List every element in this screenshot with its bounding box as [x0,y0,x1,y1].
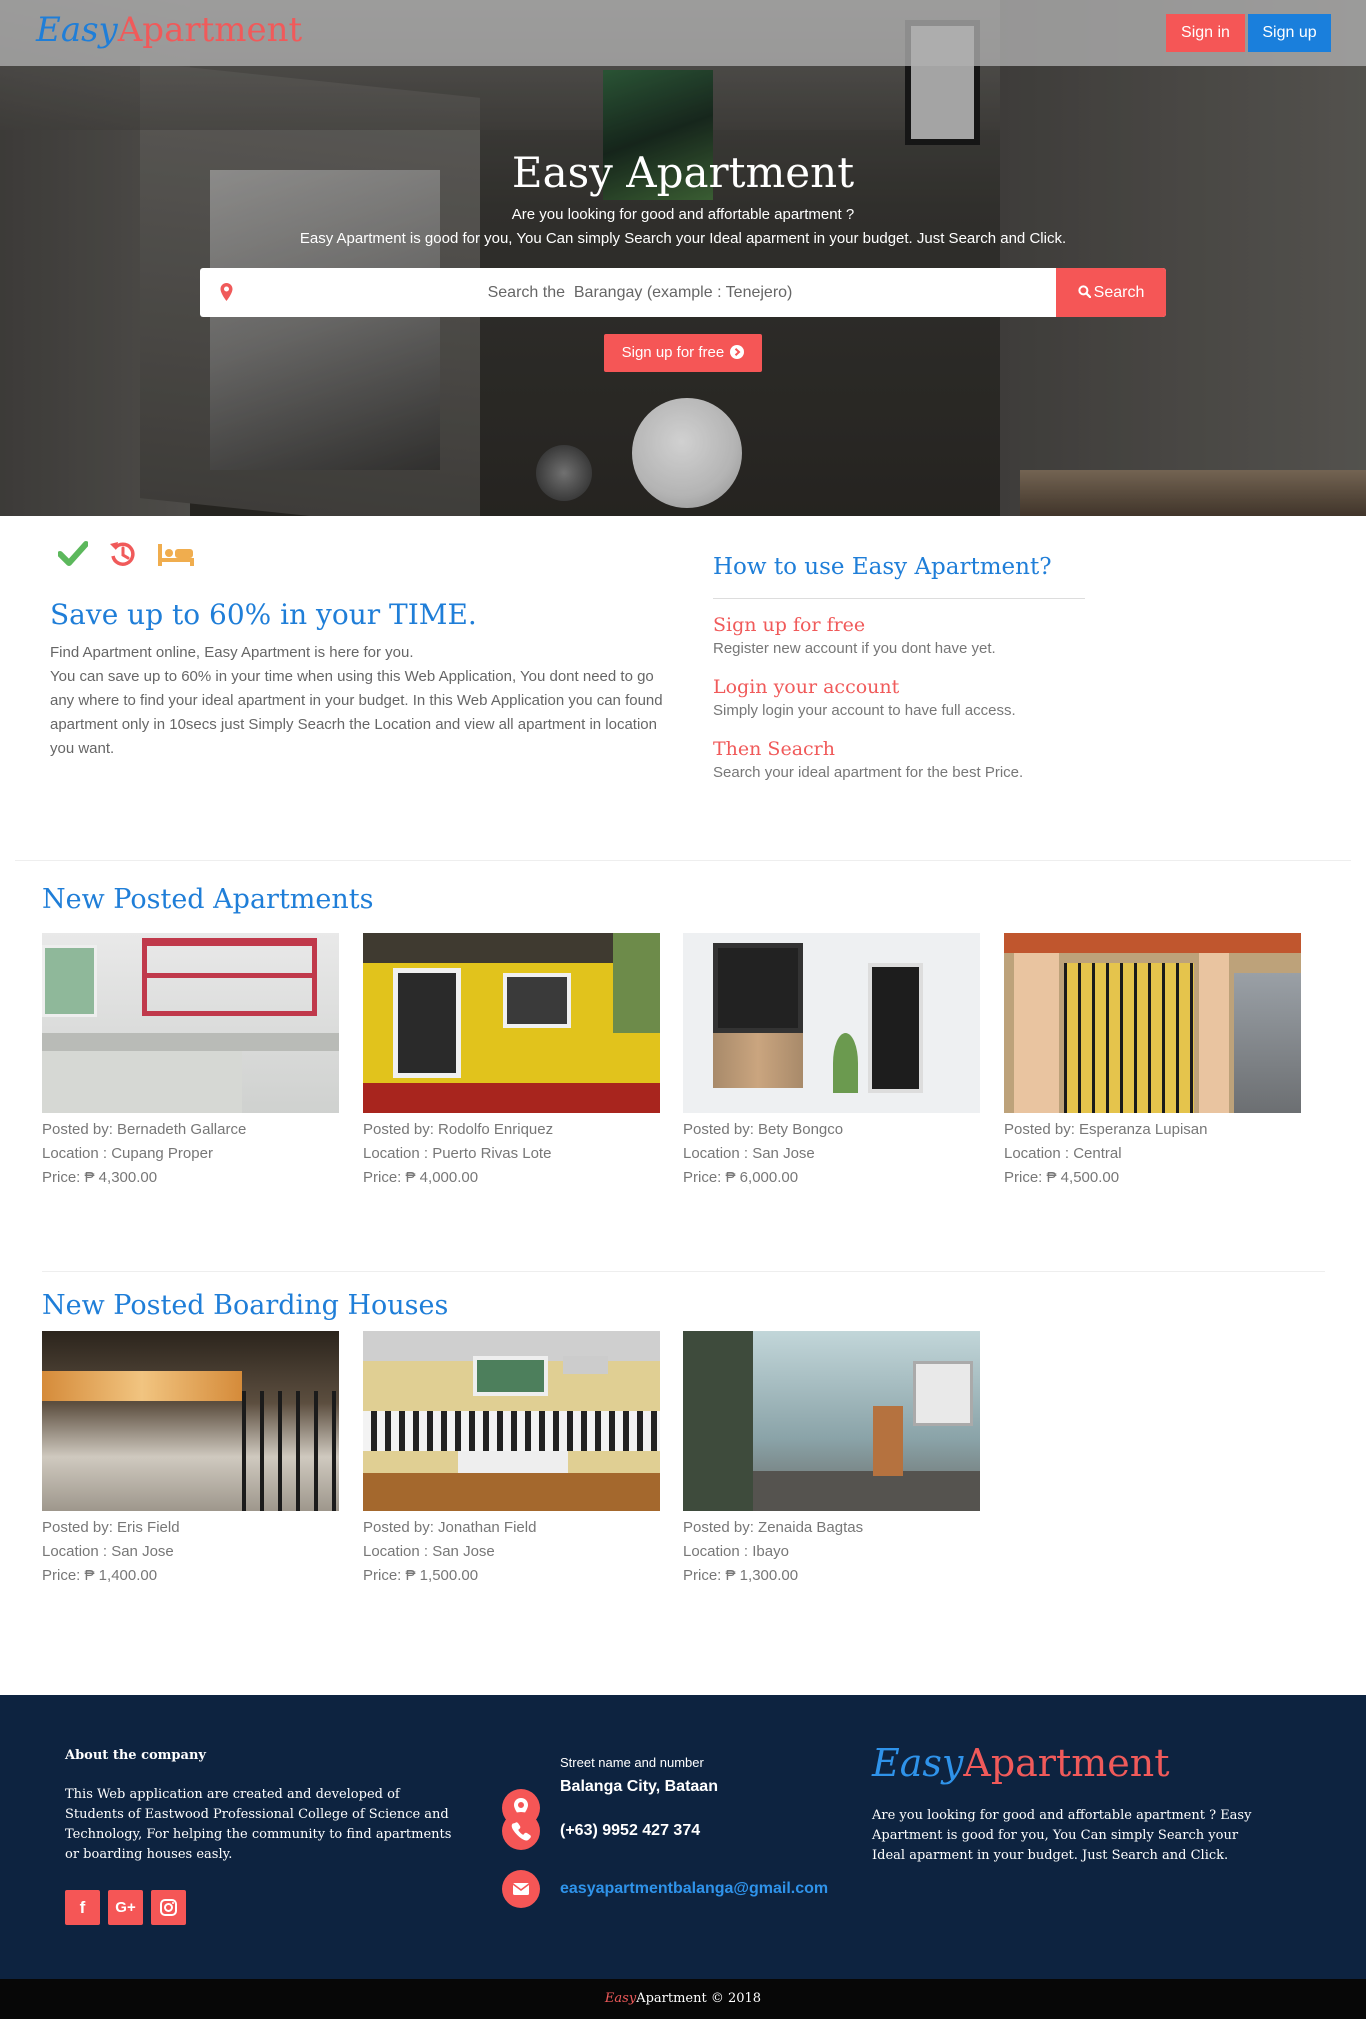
step-description: Simply login your account to have full a… [713,702,1016,719]
step-title: Then Seacrh [713,738,835,760]
save-time-heading: Save up to 60% in your TIME. [50,598,477,631]
copyright-brand-easy: Easy [604,1991,637,2006]
posted-by: Posted by: Bernadeth Gallarce [42,1121,247,1138]
hero-description: Easy Apartment is good for you, You Can … [299,230,1067,247]
step-description: Register new account if you dont have ye… [713,640,996,657]
footer-about-text: This Web application are created and dev… [65,1787,452,1862]
footer-city: Balanga City, Bataan [560,1778,718,1795]
boarding-card[interactable]: Posted by: Jonathan Field Location : San… [363,1331,660,1588]
save-time-text-line1: Find Apartment online, Easy Apartment is… [50,644,414,661]
brand-part-apartment: Apartment [117,10,303,50]
search-icon [1078,285,1091,299]
boarding-card[interactable]: Posted by: Eris Field Location : San Jos… [42,1331,339,1588]
boarding-photo[interactable] [42,1331,339,1511]
instagram-icon[interactable] [151,1890,186,1925]
howto-divider [713,598,1085,599]
hero-title: Easy Apartment [511,148,855,197]
posted-by: Posted by: Esperanza Lupisan [1004,1121,1208,1138]
location: Location : San Jose [363,1543,495,1560]
boarding-heading: New Posted Boarding Houses [42,1290,449,1321]
footer-brand-part-easy: Easy [872,1741,964,1785]
posted-by: Posted by: Zenaida Bagtas [683,1519,864,1536]
boarding-card[interactable]: Posted by: Zenaida Bagtas Location : Iba… [683,1331,980,1588]
step-description: Search your ideal apartment for the best… [713,764,1024,781]
footer-street-label: Street name and number [560,1755,704,1770]
price: Price: ₱ 1,500.00 [363,1567,479,1584]
search-button[interactable]: Search [1056,268,1166,317]
navbar: EasyApartment Sign in Sign up [0,0,1366,66]
save-time-text: Find Apartment online, Easy Apartment is… [50,641,670,761]
location: Location : San Jose [683,1145,815,1162]
hero-subtitle: Are you looking for good and affortable … [511,206,855,223]
chevron-circle-right-icon [730,345,745,359]
location: Location : Puerto Rivas Lote [363,1145,552,1162]
footer-description: Are you looking for good and affortable … [872,1808,1252,1863]
apartment-card[interactable]: Posted by: Esperanza Lupisan Location : … [1004,933,1301,1190]
apartment-photo[interactable] [363,933,660,1113]
posted-by: Posted by: Eris Field [42,1519,180,1536]
boarding-photo[interactable] [683,1331,980,1511]
history-icon [110,542,135,566]
section-divider [15,860,1351,861]
map-marker-icon [220,283,233,301]
footer-phone: (+63) 9952 427 374 [560,1822,701,1839]
apartment-photo[interactable] [42,933,339,1113]
section-divider [42,1271,1325,1272]
price: Price: ₱ 4,000.00 [363,1169,479,1186]
signup-button[interactable]: Sign up [1248,14,1331,52]
price: Price: ₱ 1,300.00 [683,1567,799,1584]
posted-by: Posted by: Jonathan Field [363,1519,537,1536]
boarding-photo[interactable] [363,1331,660,1511]
signup-free-button[interactable]: Sign up for free [604,334,762,372]
check-icon [58,541,88,566]
phone-icon [502,1812,540,1850]
step-title: Login your account [713,676,900,698]
envelope-icon [502,1870,540,1908]
location: Location : Cupang Proper [42,1145,213,1162]
copyright-bar: EasyApartment © 2018 [0,1979,1366,2019]
apartment-card[interactable]: Posted by: Rodolfo Enriquez Location : P… [363,933,660,1190]
price: Price: ₱ 1,400.00 [42,1567,158,1584]
apartment-photo[interactable] [683,933,980,1113]
location: Location : Ibayo [683,1543,789,1560]
brand-logo[interactable]: EasyApartment [36,10,302,50]
search-button-label: Search [1093,284,1145,301]
copyright-text: Apartment © 2018 [636,1991,762,2006]
search-input[interactable] [244,268,1036,317]
footer-brand-part-apartment: Apartment [963,1741,1170,1785]
price: Price: ₱ 4,300.00 [42,1169,158,1186]
apartment-card[interactable]: Posted by: Bety Bongco Location : San Jo… [683,933,980,1190]
footer-about-heading: About the company [65,1748,206,1763]
signup-free-label: Sign up for free [621,344,725,361]
save-time-text-line2: You can save up to 60% in your time when… [50,668,663,757]
step-title: Sign up for free [713,614,866,636]
howto-heading: How to use Easy Apartment? [713,554,1052,580]
apartments-heading: New Posted Apartments [42,884,374,915]
footer-email-link[interactable]: easyapartmentbalanga@gmail.com [560,1880,828,1898]
location: Location : Central [1004,1145,1122,1162]
price: Price: ₱ 4,500.00 [1004,1169,1120,1186]
hero-banner [0,0,1366,516]
price: Price: ₱ 6,000.00 [683,1169,799,1186]
apartment-card[interactable]: Posted by: Bernadeth Gallarce Location :… [42,933,339,1190]
location: Location : San Jose [42,1543,174,1560]
brand-part-easy: Easy [36,10,118,50]
search-bar: Search [200,268,1166,317]
facebook-icon[interactable]: f [65,1890,100,1925]
footer-brand-logo[interactable]: EasyApartment [872,1741,1170,1785]
bed-icon [158,544,194,566]
posted-by: Posted by: Rodolfo Enriquez [363,1121,554,1138]
posted-by: Posted by: Bety Bongco [683,1121,844,1138]
signin-button[interactable]: Sign in [1166,14,1245,52]
apartment-photo[interactable] [1004,933,1301,1113]
google-plus-icon[interactable]: G+ [108,1890,143,1925]
